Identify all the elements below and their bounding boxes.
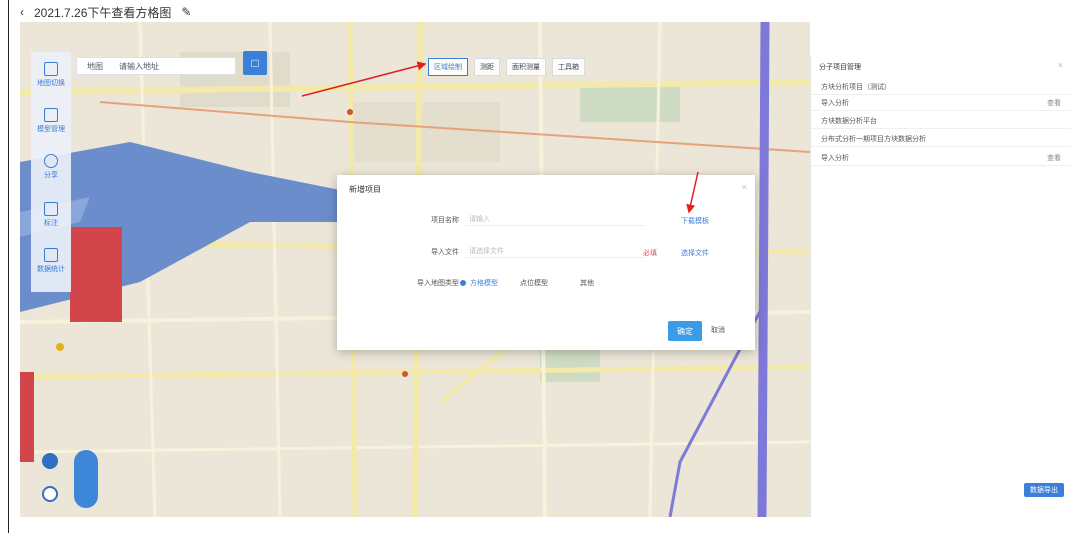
search-input[interactable]: 请输入地址 — [119, 61, 159, 72]
project-name-label: 项目名称 — [431, 217, 459, 224]
project-name-input[interactable]: 请输入 — [465, 212, 645, 226]
required-error: 必填 — [643, 250, 657, 257]
panel-row-label: 导入分析 — [821, 155, 849, 162]
download-template-link[interactable]: 下载模板 — [681, 216, 709, 226]
toolbar-item-stats[interactable]: 数据统计 — [31, 248, 71, 274]
window-frame — [8, 0, 9, 533]
layer-icon[interactable] — [42, 453, 58, 469]
search-button[interactable]: □ — [243, 51, 267, 75]
radio-dot — [460, 280, 466, 286]
radio-label: 方格模型 — [470, 280, 498, 287]
tool-measure-distance[interactable]: 测距 — [474, 58, 500, 76]
panel-row-label: 方块分析项目（测试） — [821, 84, 891, 91]
panel-row[interactable]: 导入分析 查看 — [811, 94, 1071, 111]
chart-icon — [44, 248, 58, 262]
edit-icon[interactable]: ✎ — [181, 5, 191, 19]
import-file-input[interactable]: 请选择文件 — [465, 244, 645, 258]
toolbar-item-label: 分享 — [44, 172, 58, 179]
toolbar-item-label: 数据统计 — [37, 266, 65, 273]
marker-icon — [44, 202, 58, 216]
panel-row[interactable]: 导入分析 查看 — [811, 149, 1071, 166]
back-icon[interactable]: ‹ — [20, 5, 24, 19]
new-project-dialog: 新增项目 × 项目名称 请输入 下载模板 导入文件 请选择文件 必填 选择文件 … — [337, 175, 755, 350]
panel-row[interactable]: 方块分析项目（测试） — [811, 78, 1071, 95]
panel-row[interactable]: 分布式分析一期项目方块数据分析 — [811, 130, 1071, 147]
panel-row-label: 方块数据分析平台 — [821, 118, 877, 125]
panel-row-label: 分布式分析一期项目方块数据分析 — [821, 136, 926, 143]
map-toolbar: 地图切换 模型管理 分享 标注 数据统计 — [31, 52, 71, 292]
locate-icon[interactable] — [42, 486, 58, 502]
search-icon: □ — [251, 56, 259, 70]
project-panel: 分子项目管理 × 方块分析项目（测试） 导入分析 查看 方块数据分析平台 分布式… — [810, 56, 1071, 517]
map-tools: 区域绘制 测距 面积测量 工具箱 — [428, 58, 585, 76]
layers-icon — [44, 108, 58, 122]
import-file-label: 导入文件 — [431, 249, 459, 256]
tool-draw-area[interactable]: 区域绘制 — [428, 58, 468, 76]
panel-row-value[interactable]: 查看 — [1047, 153, 1061, 163]
panel-row-label: 导入分析 — [821, 100, 849, 107]
search-bar[interactable]: 地图 请输入地址 — [76, 57, 236, 75]
city-select[interactable]: 地图 — [87, 61, 103, 72]
toolbar-item-label: 标注 — [44, 220, 58, 227]
panel-title: 分子项目管理 — [819, 64, 861, 71]
toolbar-item-marker[interactable]: 标注 — [31, 202, 71, 228]
close-icon[interactable]: × — [742, 182, 747, 192]
cancel-button[interactable]: 取消 — [711, 325, 725, 335]
close-icon[interactable]: × — [1058, 60, 1063, 70]
radio-point-model[interactable]: 点位模型 — [520, 278, 548, 288]
ok-button[interactable]: 确定 — [668, 321, 702, 341]
export-button[interactable]: 数据导出 — [1024, 483, 1064, 497]
page-title: 2021.7.26下午查看方格图 — [34, 5, 172, 20]
map-type-label: 导入地图类型 — [417, 280, 459, 287]
panel-row-value[interactable]: 查看 — [1047, 98, 1061, 108]
choose-file-link[interactable]: 选择文件 — [681, 248, 709, 258]
radio-other[interactable]: 其他 — [580, 278, 594, 288]
toolbar-item-models[interactable]: 模型管理 — [31, 108, 71, 134]
toolbar-item-share[interactable]: 分享 — [31, 154, 71, 180]
dialog-title: 新增项目 — [349, 185, 381, 194]
toolbar-item-label: 模型管理 — [37, 126, 65, 133]
map-icon — [44, 62, 58, 76]
title-bar: ‹ 2021.7.26下午查看方格图 ✎ — [20, 2, 191, 22]
panel-row[interactable]: 方块数据分析平台 — [811, 112, 1071, 129]
radio-label: 其他 — [580, 280, 594, 287]
tool-measure-area[interactable]: 面积测量 — [506, 58, 546, 76]
radio-grid-model[interactable]: 方格模型 — [460, 278, 498, 288]
tool-toolbox[interactable]: 工具箱 — [552, 58, 585, 76]
radio-label: 点位模型 — [520, 280, 548, 287]
toolbar-item-label: 地图切换 — [37, 80, 65, 87]
zoom-slider[interactable] — [74, 450, 98, 508]
share-icon — [44, 154, 58, 168]
toolbar-item-map-switch[interactable]: 地图切换 — [31, 62, 71, 88]
